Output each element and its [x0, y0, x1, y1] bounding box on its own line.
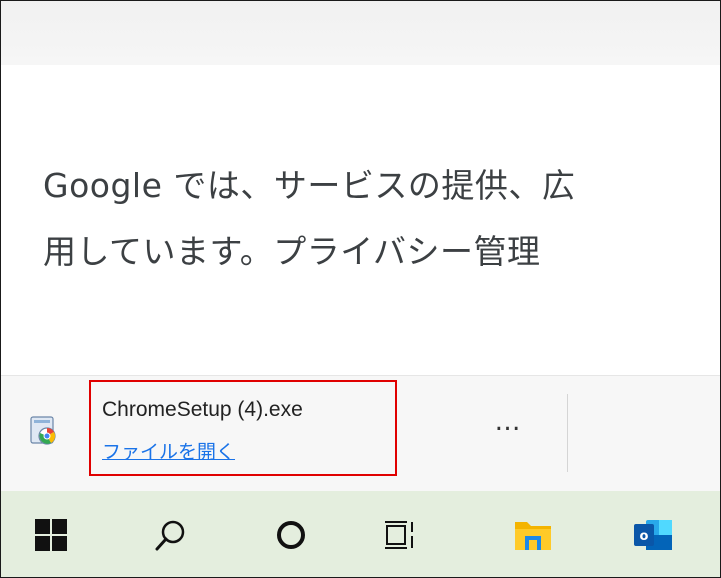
taskbar: o — [1, 491, 720, 577]
page-content: Google では、サービスの提供、広 用しています。プライバシー管理 — [1, 65, 720, 375]
search-icon[interactable] — [149, 513, 193, 557]
open-file-link[interactable]: ファイルを開く — [102, 437, 235, 464]
screenshot-frame: Google では、サービスの提供、広 用しています。プライバシー管理 Chro… — [0, 0, 721, 578]
outlook-icon[interactable]: o — [631, 513, 675, 557]
download-bar-divider — [567, 394, 568, 472]
task-view-icon[interactable] — [379, 513, 423, 557]
consent-text-line-2: 用しています。プライバシー管理 — [43, 232, 541, 271]
browser-top-area — [1, 1, 720, 65]
file-explorer-icon[interactable] — [511, 513, 555, 557]
consent-text-line-1: Google では、サービスの提供、広 — [43, 166, 576, 205]
download-bar: ChromeSetup (4).exe ファイルを開く … — [1, 375, 720, 492]
download-file-name: ChromeSetup (4).exe — [102, 398, 303, 421]
svg-text:o: o — [640, 529, 649, 544]
more-options-button[interactable]: … — [484, 396, 532, 456]
windows-start-icon[interactable] — [29, 513, 73, 557]
cortana-icon[interactable] — [269, 513, 313, 557]
download-item[interactable]: ChromeSetup (4).exe ファイルを開く — [1, 376, 421, 492]
installer-icon — [27, 414, 61, 448]
